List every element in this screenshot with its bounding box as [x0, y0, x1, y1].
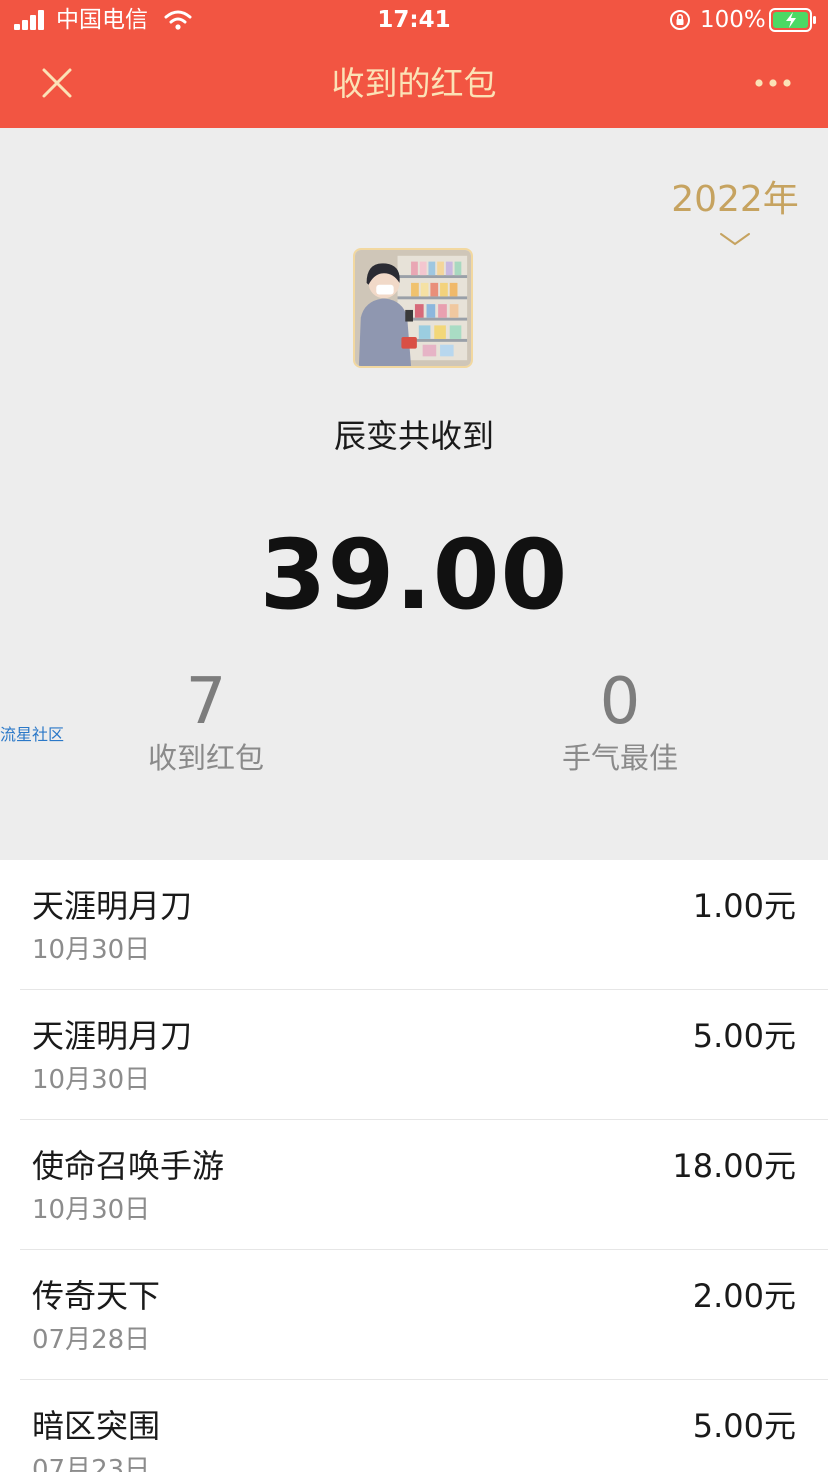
- total-amount: 39.00: [259, 519, 569, 631]
- received-count-value: 7: [185, 665, 227, 739]
- list-item[interactable]: 天涯明月刀 10月30日 1.00元: [0, 860, 828, 990]
- best-luck-label: 手气最佳: [561, 741, 678, 775]
- list-item[interactable]: 暗区突围 07月23日 5.00元: [0, 1380, 828, 1472]
- record-sender: 传奇天下: [32, 1277, 161, 1315]
- record-sender: 天涯明月刀: [32, 1017, 193, 1055]
- record-amount: 2.00元: [692, 1277, 796, 1315]
- record-sender: 暗区突围: [32, 1407, 161, 1445]
- record-date: 10月30日: [32, 935, 151, 965]
- more-button[interactable]: [740, 58, 806, 108]
- list-item[interactable]: 天涯明月刀 10月30日 5.00元: [0, 990, 828, 1120]
- received-title: 辰变共收到: [333, 417, 494, 455]
- chevron-down-icon: [720, 233, 750, 246]
- red-packet-list: 天涯明月刀 10月30日 1.00元 天涯明月刀 10月30日 5.00元 使命…: [0, 860, 828, 1472]
- status-bar: 中国电信 17:41 100%: [0, 0, 828, 40]
- watermark-text: 流星社区: [0, 725, 65, 744]
- header: 中国电信 17:41 100% 收到的红包: [0, 0, 828, 128]
- record-sender: 天涯明月刀: [32, 887, 193, 925]
- stat-received-count: 7 收到红包: [86, 664, 326, 778]
- best-luck-value: 0: [599, 665, 641, 739]
- record-date: 10月30日: [32, 1065, 151, 1095]
- record-sender: 使命召唤手游: [32, 1147, 225, 1185]
- received-count-label: 收到红包: [147, 741, 264, 775]
- rotation-lock-icon: [670, 10, 690, 30]
- stat-best-luck: 0 手气最佳: [500, 664, 740, 778]
- summary-panel: 2022年 辰变共收到 39.00 7 收到红包 0 手气最佳 流星社区: [0, 128, 828, 860]
- more-icon: [755, 79, 791, 87]
- record-amount: 5.00元: [692, 1017, 796, 1055]
- battery-percent: 100%: [700, 7, 766, 33]
- year-selector[interactable]: 2022年: [664, 178, 806, 246]
- battery-charging-icon: [769, 8, 816, 32]
- record-amount: 18.00元: [672, 1147, 796, 1185]
- record-date: 07月23日: [32, 1455, 151, 1472]
- avatar-image: [355, 250, 471, 366]
- record-amount: 1.00元: [692, 887, 796, 925]
- page-title: 收到的红包: [331, 64, 497, 103]
- nav-bar: 收到的红包: [0, 40, 828, 128]
- record-date: 07月28日: [32, 1325, 151, 1355]
- avatar[interactable]: [353, 248, 473, 368]
- year-label: 2022年: [671, 179, 799, 220]
- record-amount: 5.00元: [692, 1407, 796, 1445]
- list-item[interactable]: 使命召唤手游 10月30日 18.00元: [0, 1120, 828, 1250]
- record-date: 10月30日: [32, 1195, 151, 1225]
- list-item[interactable]: 传奇天下 07月28日 2.00元: [0, 1250, 828, 1380]
